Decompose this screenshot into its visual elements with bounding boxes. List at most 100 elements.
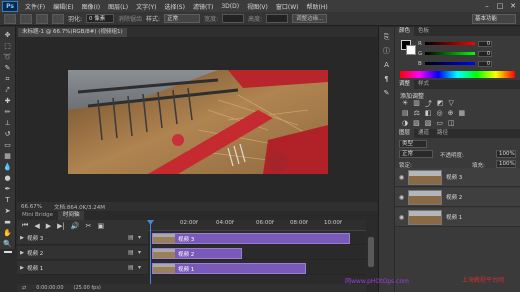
clone-stamp-tool-icon[interactable]: ⊥ xyxy=(2,119,13,128)
brush-tool-icon[interactable]: ✏ xyxy=(2,108,13,117)
zoom-level[interactable]: 66.67% xyxy=(21,204,42,210)
track-menu-icon[interactable]: ▾ xyxy=(138,249,148,256)
red-value[interactable]: 0 xyxy=(478,40,492,47)
selection-mode-new-icon[interactable] xyxy=(20,13,32,24)
color-lookup-icon[interactable]: ▦ xyxy=(459,109,466,117)
blue-slider[interactable]: B 0 xyxy=(418,60,504,67)
menu-layer[interactable]: 图层(L) xyxy=(104,2,132,11)
document-tab[interactable]: 未标题-1 @ 66.7%(RGB/8#) (视频组1) xyxy=(18,28,127,37)
menu-3d[interactable]: 3D(D) xyxy=(217,3,243,10)
tab-channels[interactable]: 通道 xyxy=(414,129,433,138)
film-strip-icon[interactable]: ▤ xyxy=(128,234,138,241)
brightness-icon[interactable]: ☀ xyxy=(402,99,408,109)
track-lane[interactable]: 视频 3 xyxy=(148,231,366,245)
transition-icon[interactable]: ▣ xyxy=(97,222,104,230)
tab-timeline[interactable]: 时间轴 xyxy=(57,211,85,220)
opacity-input[interactable]: 100% xyxy=(496,150,516,158)
blur-tool-icon[interactable]: 💧 xyxy=(2,163,13,172)
menu-file[interactable]: 文件(F) xyxy=(21,2,49,11)
scrollbar-thumb[interactable] xyxy=(368,237,374,267)
red-gradient-bar[interactable] xyxy=(425,42,475,45)
menu-select[interactable]: 选择(S) xyxy=(160,2,189,11)
history-brush-tool-icon[interactable]: ↺ xyxy=(2,130,13,139)
layer-kind-filter[interactable]: 类型 xyxy=(399,140,427,148)
split-at-playhead-icon[interactable]: ✂ xyxy=(86,222,92,230)
audio-icon[interactable]: 🔊 xyxy=(71,222,80,230)
video-clip[interactable]: 视频 1 xyxy=(152,263,306,274)
tab-layers[interactable]: 图层 xyxy=(395,129,415,138)
color-balance-icon[interactable]: ⚖ xyxy=(414,109,420,117)
red-slider[interactable]: R 0 xyxy=(418,40,504,47)
hand-tool-icon[interactable]: ✋ xyxy=(2,229,13,238)
tab-adjustments[interactable]: 调整 xyxy=(395,80,415,89)
fill-input[interactable]: 100% xyxy=(496,160,516,168)
levels-icon[interactable]: ▥ xyxy=(413,99,420,109)
layer-row[interactable]: ◉ 视频 1 xyxy=(395,208,520,227)
refine-edge-button[interactable]: 调整边缘... xyxy=(292,14,328,23)
expand-triangle-icon[interactable]: ▶ xyxy=(17,265,27,271)
go-to-first-frame-icon[interactable]: ⏮ xyxy=(22,221,28,230)
workspace-select[interactable]: 基本功能 xyxy=(472,14,516,24)
zoom-tool-icon[interactable]: 🔍 xyxy=(2,240,13,249)
tab-color[interactable]: 颜色 xyxy=(395,27,415,36)
blue-gradient-bar[interactable] xyxy=(425,62,475,65)
track-menu-icon[interactable]: ▾ xyxy=(138,264,148,271)
curves-icon[interactable]: ⤴ xyxy=(425,99,432,109)
path-select-tool-icon[interactable]: ➤ xyxy=(2,207,13,216)
close-icon[interactable]: ✕ xyxy=(508,1,518,10)
blend-mode-select[interactable]: 正常 xyxy=(399,150,433,158)
width-input[interactable] xyxy=(222,14,245,23)
playhead[interactable] xyxy=(150,220,151,284)
dodge-tool-icon[interactable]: ● xyxy=(2,174,13,183)
gradient-tool-icon[interactable]: ▦ xyxy=(2,152,13,161)
play-icon[interactable]: ▶ xyxy=(46,222,51,230)
marquee-tool-preset-icon[interactable] xyxy=(4,13,16,24)
track-lane[interactable]: 视频 1 xyxy=(148,261,366,275)
eye-icon[interactable]: ◉ xyxy=(395,194,408,201)
shape-tool-icon[interactable]: ▬ xyxy=(2,218,13,227)
menu-type[interactable]: 文字(Y) xyxy=(132,2,160,11)
menu-edit[interactable]: 编辑(E) xyxy=(49,2,77,11)
character-panel-icon[interactable]: A xyxy=(382,61,392,70)
film-strip-icon[interactable]: ▤ xyxy=(128,249,138,256)
move-tool-icon[interactable]: ✥ xyxy=(2,31,13,40)
tab-mini-bridge[interactable]: Mini Bridge xyxy=(17,211,58,220)
pen-tool-icon[interactable]: ✒ xyxy=(2,185,13,194)
hue-saturation-icon[interactable]: ▤ xyxy=(402,109,409,117)
menu-view[interactable]: 视图(V) xyxy=(243,2,272,11)
threshold-icon[interactable]: ▧ xyxy=(425,119,432,127)
blue-value[interactable]: 0 xyxy=(478,60,492,67)
tab-swatches[interactable]: 色板 xyxy=(414,27,433,36)
minimize-icon[interactable]: – xyxy=(482,1,492,10)
black-white-icon[interactable]: ◧ xyxy=(425,109,432,117)
style-select[interactable]: 正常 xyxy=(164,14,201,23)
film-strip-icon[interactable]: ▤ xyxy=(128,264,138,271)
lasso-tool-icon[interactable]: ➰ xyxy=(2,53,13,62)
convert-frame-icon[interactable]: ⇄ xyxy=(22,285,26,291)
foreground-color-swatch[interactable] xyxy=(3,251,12,253)
track-menu-icon[interactable]: ▾ xyxy=(138,234,148,241)
brush-panel-icon[interactable]: ✎ xyxy=(382,89,392,98)
menu-filter[interactable]: 滤镜(T) xyxy=(189,2,217,11)
posterize-icon[interactable]: ▨ xyxy=(413,119,420,127)
green-gradient-bar[interactable] xyxy=(425,52,475,55)
properties-panel-icon[interactable]: ⓘ xyxy=(382,47,392,56)
timeline-track-video-3[interactable]: ▶ 视频 3 ▤ ▾ xyxy=(17,231,148,245)
video-clip[interactable]: 视频 2 xyxy=(152,248,242,259)
green-value[interactable]: 0 xyxy=(478,50,492,57)
selective-color-icon[interactable]: ◫ xyxy=(448,119,455,127)
timeline-ruler[interactable]: 02:00f 04:00f 06:00f 08:00f 10:00f xyxy=(148,220,366,231)
history-panel-icon[interactable]: ⎘ xyxy=(382,33,392,42)
expand-triangle-icon[interactable]: ▶ xyxy=(17,235,27,241)
timeline-track-video-2[interactable]: ▶ 视频 2 ▤ ▾ xyxy=(17,246,148,260)
timeline-track-video-1[interactable]: ▶ 视频 1 ▤ ▾ xyxy=(17,261,148,275)
gradient-map-icon[interactable]: ▭ xyxy=(436,119,443,127)
selection-mode-add-icon[interactable] xyxy=(36,13,48,24)
background-color-chip[interactable] xyxy=(406,45,416,55)
previous-frame-icon[interactable]: ◀ xyxy=(34,222,39,230)
vibrance-icon[interactable]: ▽ xyxy=(449,99,454,109)
eye-icon[interactable]: ◉ xyxy=(395,174,408,181)
eraser-tool-icon[interactable]: ▭ xyxy=(2,141,13,150)
track-lane[interactable]: 视频 2 xyxy=(148,246,366,260)
layer-row[interactable]: ◉ 视频 3 xyxy=(395,168,520,187)
